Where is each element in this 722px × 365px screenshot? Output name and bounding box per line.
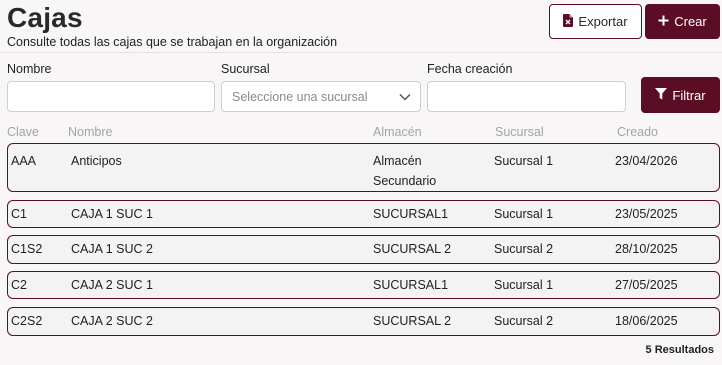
cell-clave: C1S2 [11, 242, 43, 256]
chevron-down-icon [398, 91, 412, 103]
filter-label: Filtrar [672, 87, 706, 103]
create-button[interactable]: Crear [645, 4, 720, 39]
table-row[interactable]: AAA Anticipos Almacén Secundario Sucursa… [7, 143, 720, 192]
cell-clave: C1 [11, 207, 27, 221]
export-button[interactable]: Exportar [549, 4, 642, 39]
cell-creado: 23/04/2026 [615, 154, 678, 168]
column-header-sucursal: Sucursal [495, 125, 544, 139]
column-header-nombre: Nombre [68, 125, 113, 139]
cell-nombre: Anticipos [71, 154, 122, 168]
table-row[interactable]: C1S2 CAJA 1 SUC 2 SUCURSAL 2 Sucursal 2 … [7, 235, 720, 264]
cell-nombre: CAJA 1 SUC 1 [71, 207, 153, 221]
cell-clave: C2S2 [11, 314, 43, 328]
sucursal-placeholder: Seleccione una sucursal [232, 89, 368, 104]
plus-icon [658, 14, 669, 29]
funnel-icon [655, 87, 668, 103]
cell-sucursal: Sucursal 1 [494, 278, 554, 292]
fecha-input[interactable] [427, 81, 626, 112]
cell-sucursal: Sucursal 1 [494, 207, 554, 221]
sucursal-select[interactable]: Seleccione una sucursal [221, 81, 421, 112]
export-label: Exportar [578, 14, 628, 29]
table-row[interactable]: C2 CAJA 2 SUC 1 SUCURSAL1 Sucursal 1 27/… [7, 271, 720, 299]
page-subtitle: Consulte todas las cajas que se trabajan… [7, 35, 338, 49]
file-export-icon [563, 13, 574, 30]
cell-nombre: CAJA 2 SUC 1 [71, 278, 153, 292]
cell-sucursal: Sucursal 2 [494, 314, 554, 328]
column-header-almacen: Almacén [373, 125, 422, 139]
cell-sucursal: Sucursal 2 [494, 242, 554, 256]
cell-nombre: CAJA 1 SUC 2 [71, 242, 153, 256]
header-divider [0, 52, 722, 53]
fecha-label: Fecha creación [427, 62, 513, 76]
cell-almacen: SUCURSAL 2 [373, 314, 452, 328]
page-title: Cajas [7, 2, 83, 33]
cell-almacen: SUCURSAL1 [373, 207, 449, 221]
cell-almacen: SUCURSAL1 [373, 278, 449, 292]
cell-sucursal: Sucursal 1 [494, 154, 554, 168]
cell-almacen: SUCURSAL 2 [373, 242, 452, 256]
sucursal-label: Sucursal [221, 62, 270, 76]
nombre-label: Nombre [7, 62, 52, 76]
column-header-clave: Clave [7, 125, 39, 139]
column-header-creado: Creado [617, 125, 658, 139]
cell-almacen: Almacén Secundario [373, 154, 437, 188]
cell-nombre: CAJA 2 SUC 2 [71, 314, 153, 328]
filter-button[interactable]: Filtrar [641, 77, 720, 113]
cell-creado: 27/05/2025 [615, 278, 678, 292]
nombre-input[interactable] [7, 81, 215, 112]
cell-creado: 23/05/2025 [615, 207, 678, 221]
cell-clave: C2 [11, 278, 27, 292]
table-row[interactable]: C2S2 CAJA 2 SUC 2 SUCURSAL 2 Sucursal 2 … [7, 307, 720, 336]
cell-creado: 18/06/2025 [615, 314, 678, 328]
result-count: 5 Resultados [645, 344, 714, 356]
create-label: Crear [674, 14, 707, 29]
table-row[interactable]: C1 CAJA 1 SUC 1 SUCURSAL1 Sucursal 1 23/… [7, 200, 720, 228]
cell-creado: 28/10/2025 [615, 242, 678, 256]
cell-clave: AAA [11, 154, 37, 168]
